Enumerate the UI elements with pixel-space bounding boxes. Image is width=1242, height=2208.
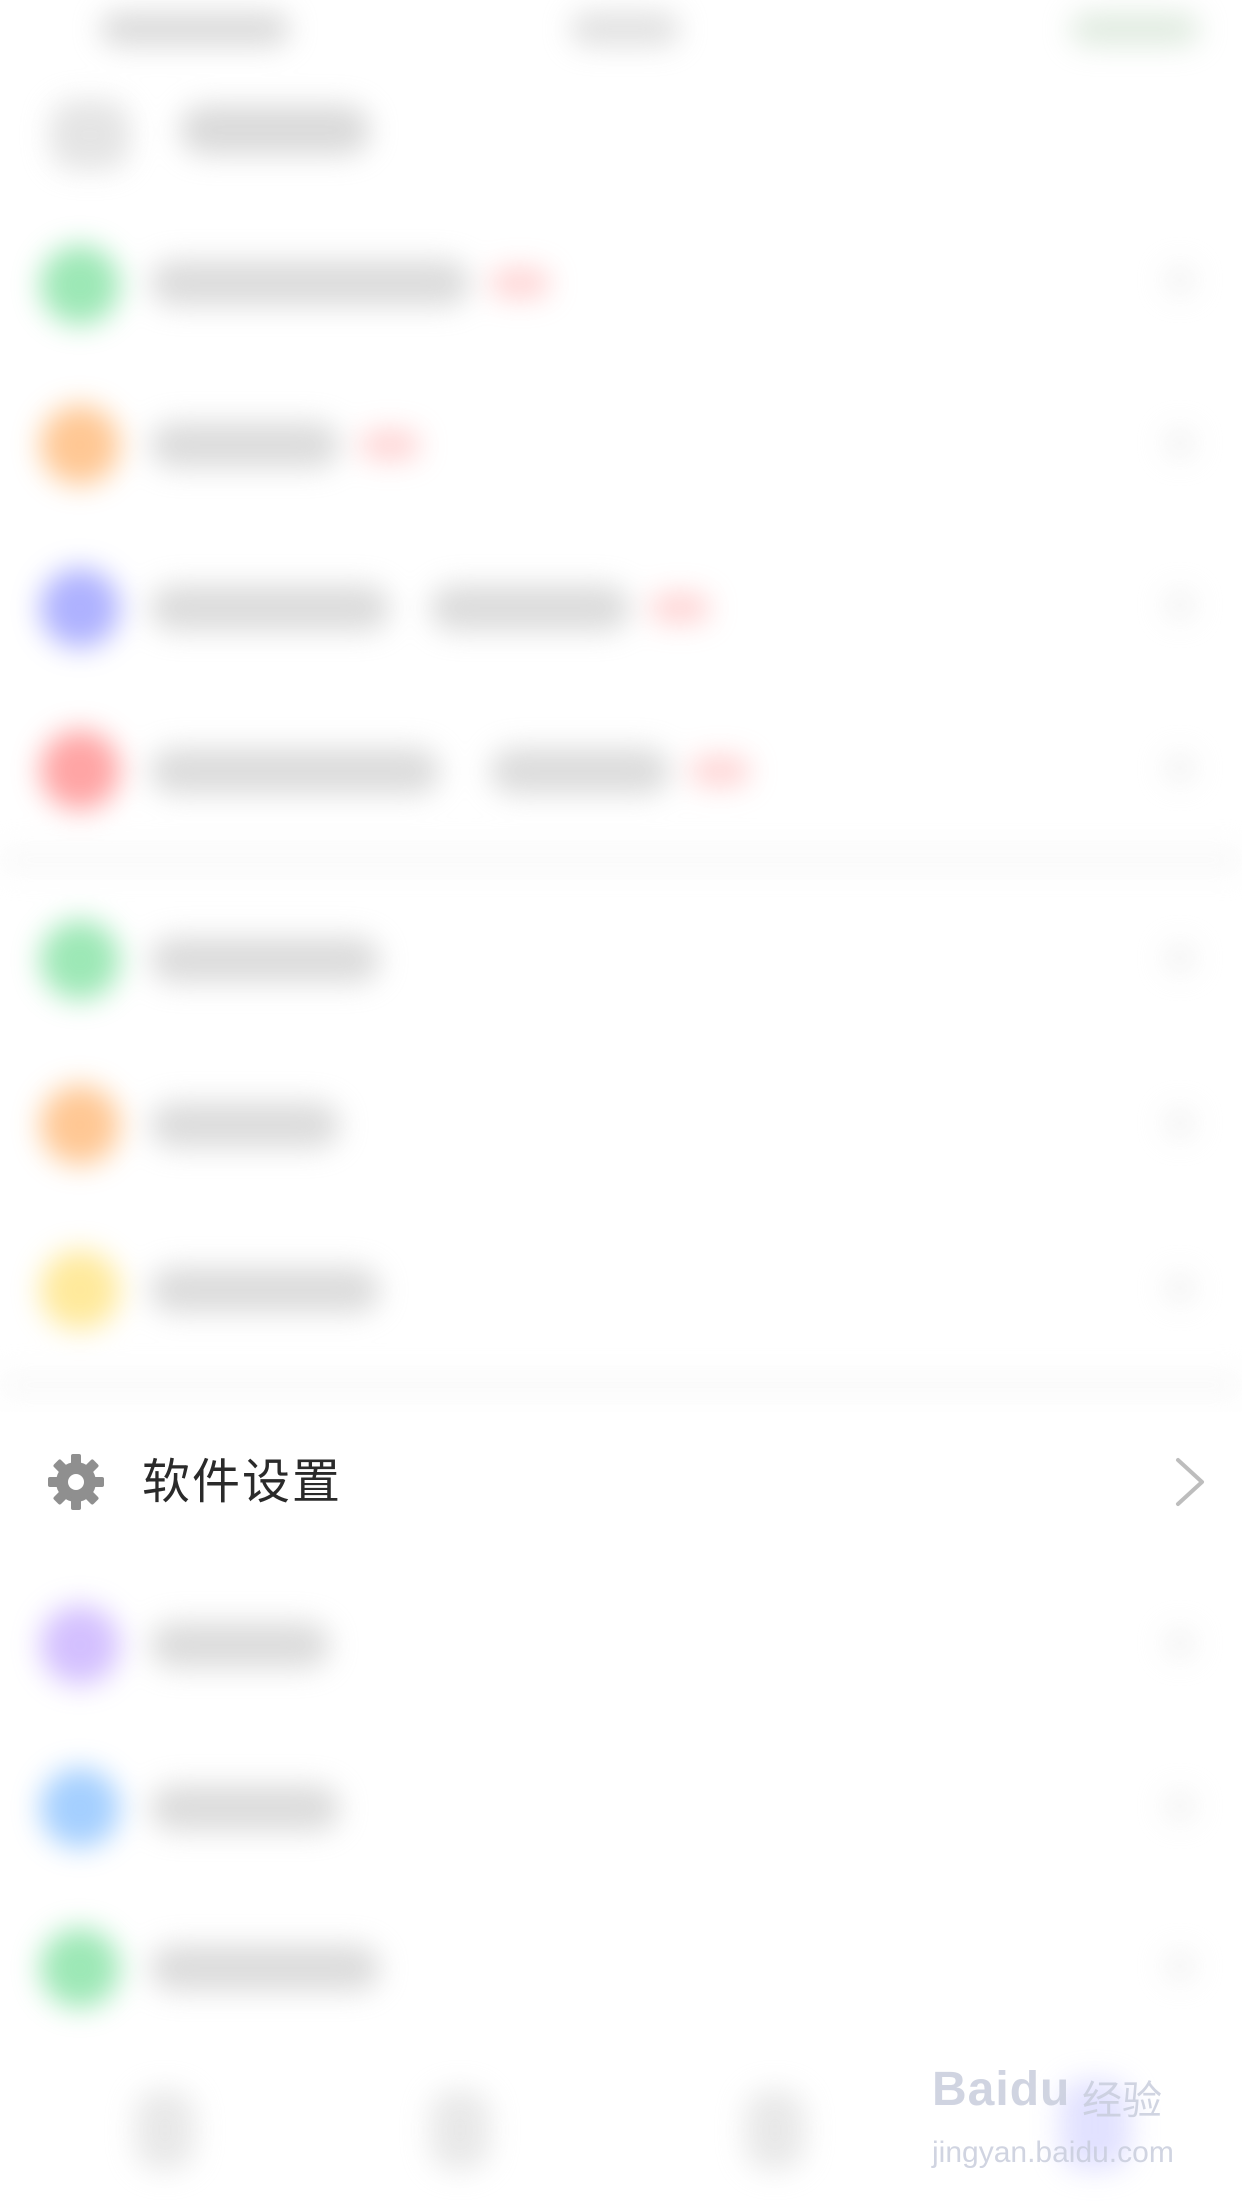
tabbar-blur	[430, 2090, 490, 2170]
list-icon-blur	[40, 405, 120, 485]
status-bar-blur	[1070, 12, 1200, 46]
separator-blur	[0, 850, 1242, 870]
chevron-blur	[1165, 1628, 1195, 1658]
separator-blur	[0, 1375, 1242, 1395]
list-text-blur	[150, 1102, 340, 1148]
list-icon-blur	[40, 730, 120, 810]
blurred-background	[0, 0, 1242, 2208]
list-icon-blur	[40, 1250, 120, 1330]
tabbar-blur	[135, 2090, 195, 2170]
list-icon-blur	[40, 1928, 120, 2008]
chevron-blur	[1165, 428, 1195, 458]
status-bar-blur	[100, 12, 290, 46]
list-icon-blur	[40, 1768, 120, 1848]
chevron-blur	[1165, 753, 1195, 783]
list-text-blur	[150, 422, 340, 468]
list-text-blur	[150, 585, 390, 631]
list-text-blur	[150, 1945, 380, 1991]
list-icon-blur	[40, 245, 120, 325]
chevron-blur	[1165, 1108, 1195, 1138]
list-text-blur	[150, 937, 380, 983]
settings-label: 软件设置	[142, 1454, 343, 1510]
gear-icon	[48, 1454, 104, 1510]
list-icon-blur	[40, 1605, 120, 1685]
chevron-blur	[1165, 1273, 1195, 1303]
header-blur	[180, 105, 370, 155]
list-text-blur	[490, 748, 670, 794]
watermark-cn: 经验	[1082, 2078, 1162, 2124]
list-badge-blur	[360, 430, 420, 460]
list-text-blur	[150, 1267, 380, 1313]
header-blur	[50, 100, 130, 170]
chevron-blur	[1165, 943, 1195, 973]
watermark-url: jingyan.baidu.com	[932, 2136, 1174, 2169]
list-text-blur	[150, 1785, 340, 1831]
list-badge-blur	[650, 593, 710, 623]
software-settings-row[interactable]: 软件设置	[0, 1412, 1242, 1552]
list-text-blur	[150, 260, 470, 306]
chevron-blur	[1165, 590, 1195, 620]
list-text-blur	[430, 585, 630, 631]
list-icon-blur	[40, 568, 120, 648]
list-badge-blur	[490, 268, 550, 298]
tabbar-blur	[745, 2090, 805, 2170]
watermark-logo: Baidu	[932, 2063, 1071, 2116]
chevron-blur	[1165, 1791, 1195, 1821]
list-icon-blur	[40, 1085, 120, 1165]
chevron-blur	[1165, 1951, 1195, 1981]
chevron-blur	[1165, 265, 1195, 295]
chevron-right-icon	[1176, 1458, 1204, 1506]
list-badge-blur	[690, 756, 750, 786]
status-bar-blur	[570, 12, 680, 46]
baidu-watermark: Baidu 经验 jingyan.baidu.com	[932, 2062, 1182, 2182]
list-text-blur	[150, 748, 440, 794]
list-icon-blur	[40, 920, 120, 1000]
list-text-blur	[150, 1622, 330, 1668]
